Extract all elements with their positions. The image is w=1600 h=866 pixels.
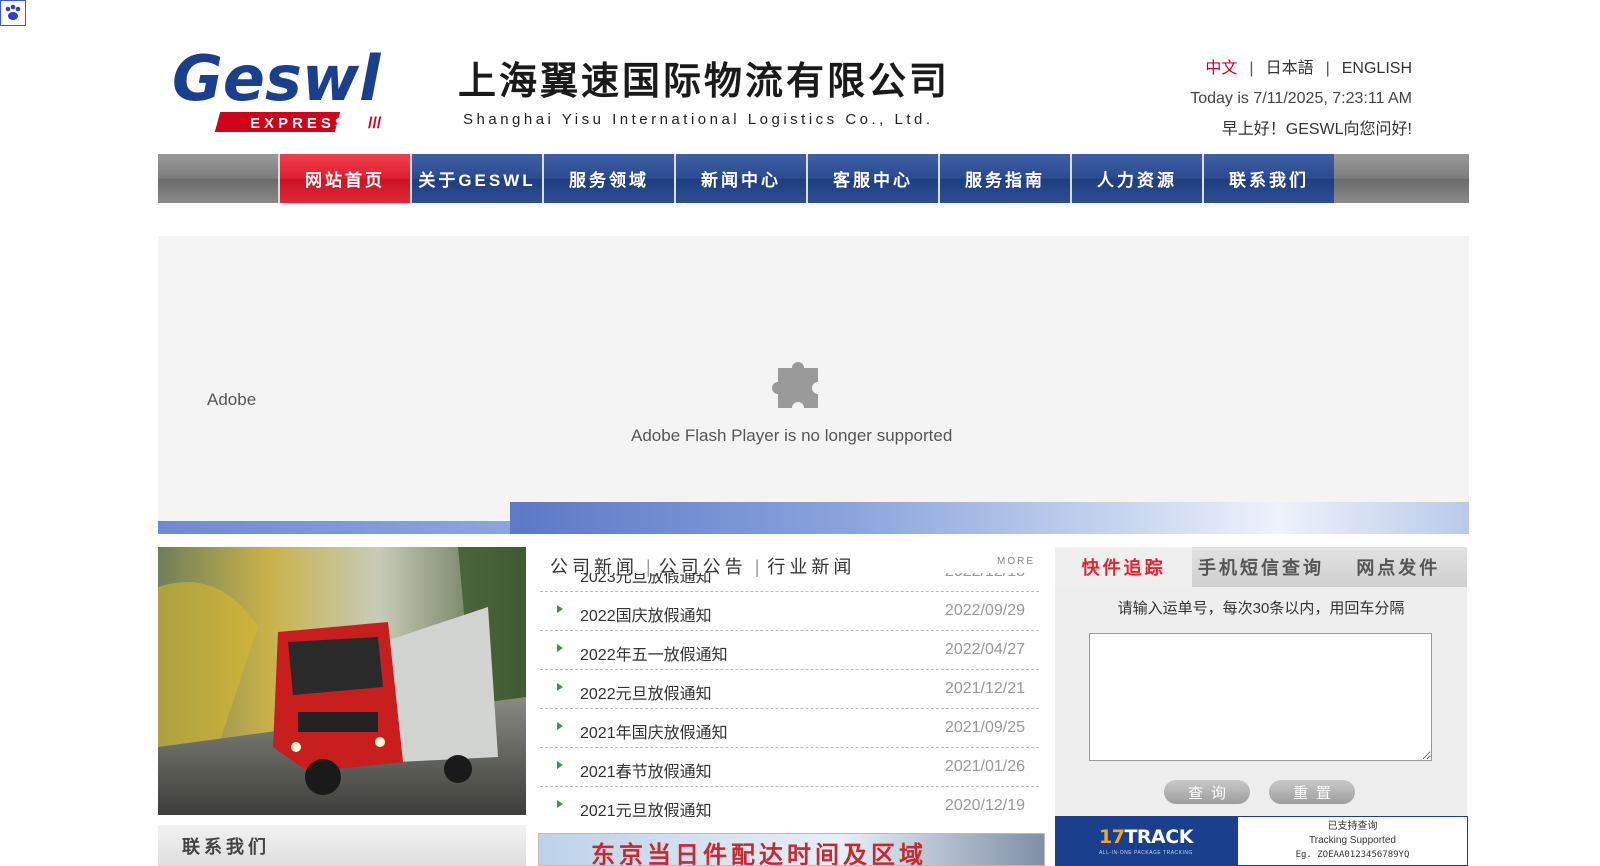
news-more-link[interactable]: MORE <box>997 556 1035 567</box>
nav-right-cap <box>1349 154 1469 203</box>
news-title[interactable]: 2022国庆放假通知 <box>580 602 712 626</box>
news-date: 2021/01/26 <box>944 758 1025 775</box>
query-button[interactable]: 查询 <box>1164 780 1250 804</box>
news-title[interactable]: 2022元旦放假通知 <box>580 680 712 704</box>
truck-photo <box>158 547 526 815</box>
news-list: 2023元旦放假通知 2022/12/13 2022国庆放假通知 2022/09/2… <box>538 573 1045 817</box>
lang-chinese-link[interactable]: 中文 <box>1205 60 1237 77</box>
arrow-bullet-icon <box>557 800 563 808</box>
banner-title: 东京当日件配达时间及区域 <box>591 842 927 866</box>
greeting-text: 早上好！GESWL向您问好! <box>1221 121 1412 138</box>
17track-banner[interactable]: 17TRACK ALL-IN-ONE PACKAGE TRACKING 已支持查… <box>1055 816 1468 866</box>
17track-logo: 17TRACK ALL-IN-ONE PACKAGE TRACKING <box>1055 816 1237 866</box>
news-date: 2022/09/29 <box>944 602 1025 619</box>
news-row[interactable]: 2022元旦放假通知 2021/12/21 <box>540 670 1039 709</box>
tab-outlet-shipping[interactable]: 网点发件 <box>1329 547 1467 587</box>
company-name-cn: 上海翼速国际物流有限公司 <box>458 59 951 103</box>
plugin-puzzle-icon <box>770 350 832 412</box>
flash-unsupported-message: Adobe Flash Player is no longer supporte… <box>631 426 953 445</box>
news-title[interactable]: 2021春节放假通知 <box>580 758 712 782</box>
svg-text:///: /// <box>368 115 382 132</box>
news-row[interactable]: 2021春节放假通知 2021/01/26 <box>540 748 1039 787</box>
tracking-tabs: 快件追踪 手机短信查询 网点发件 <box>1055 547 1467 587</box>
17track-info: 已支持查询 Tracking Supported Eg. ZOEAA012345… <box>1237 816 1468 866</box>
17track-logo-num: 17 <box>1099 826 1125 848</box>
lang-english-link[interactable]: ENGLISH <box>1342 60 1412 77</box>
17track-logo-word: TRACK <box>1124 826 1193 848</box>
paw-icon <box>0 0 26 26</box>
news-date: 2021/09/25 <box>944 719 1025 736</box>
news-title[interactable]: 2021年国庆放假通知 <box>580 719 728 743</box>
tab-sms-query[interactable]: 手机短信查询 <box>1192 547 1330 587</box>
arrow-bullet-icon <box>557 761 563 769</box>
news-title[interactable]: 2022年五一放假通知 <box>580 641 728 665</box>
arrow-bullet-icon <box>557 605 563 613</box>
17track-supported-cn: 已支持查询 <box>1327 821 1378 832</box>
news-title[interactable]: 2021元旦放假通知 <box>580 797 712 817</box>
sky-strip-left <box>158 521 510 534</box>
news-title[interactable]: 2023元旦放假通知 <box>580 573 712 587</box>
flash-adobe-label: Adobe <box>207 390 257 409</box>
news-row[interactable]: 2023元旦放假通知 2022/12/13 <box>540 573 1039 592</box>
17track-supported-en: Tracking Supported <box>1309 835 1396 846</box>
logo-subtext: EXPRESS <box>250 115 349 132</box>
sky-strip <box>510 502 1469 534</box>
news-row[interactable]: 2022年五一放假通知 2022/04/27 <box>540 631 1039 670</box>
company-name-en: Shanghai Yisu International Logistics Co… <box>463 111 934 128</box>
17track-logo-sub: ALL-IN-ONE PACKAGE TRACKING <box>1099 850 1193 856</box>
nav-item-about[interactable]: 关于GESWL <box>410 154 542 203</box>
news-date: 2020/12/19 <box>944 797 1025 814</box>
logo-wordmark: Geswl <box>172 42 381 115</box>
tracking-number-input[interactable] <box>1089 633 1432 761</box>
news-row[interactable]: 2021元旦放假通知 2020/12/19 <box>540 787 1039 817</box>
arrow-bullet-icon <box>557 683 563 691</box>
nav-item-news[interactable]: 新闻中心 <box>674 154 806 203</box>
news-date: 2022/04/27 <box>944 641 1025 658</box>
nav-item-guide[interactable]: 服务指南 <box>938 154 1070 203</box>
language-switcher: 中文 | 日本語 | ENGLISH <box>1205 60 1412 77</box>
nav-item-home[interactable]: 网站首页 <box>278 154 410 203</box>
news-row[interactable]: 2021年国庆放假通知 2021/09/25 <box>540 709 1039 748</box>
geswl-logo[interactable]: Geswl EXPRESS /// <box>170 38 420 134</box>
today-datetime: Today is 7/11/2025, 7:23:11 AM <box>1190 90 1412 107</box>
arrow-bullet-icon <box>557 722 563 730</box>
news-panel: 公司新闻|公司公告|行业新闻 MORE 2023元旦放假通知2022/12/13… <box>538 547 1045 837</box>
news-row[interactable]: 2022国庆放假通知 2022/09/29 <box>540 592 1039 631</box>
news-date: 2022/12/13 <box>945 573 1025 581</box>
nav-item-contact[interactable]: 联系我们 <box>1202 154 1334 203</box>
arrow-bullet-icon <box>557 573 563 574</box>
tab-parcel-tracking[interactable]: 快件追踪 <box>1055 547 1193 587</box>
main-nav: 网站首页 关于GESWL 服务领域 新闻中心 客服中心 服务指南 人力资源 联系… <box>158 154 1469 203</box>
news-date: 2021/12/21 <box>944 680 1025 697</box>
lang-japanese-link[interactable]: 日本語 <box>1266 60 1314 77</box>
17track-example: Eg. ZOEAA0123456789YQ <box>1295 850 1410 860</box>
arrow-bullet-icon <box>557 644 563 652</box>
nav-item-services[interactable]: 服务领域 <box>542 154 674 203</box>
tracking-hint: 请输入运单号，每次30条以内，用回车分隔 <box>1117 600 1405 617</box>
nav-left-cap <box>158 154 278 203</box>
tokyo-delivery-banner[interactable]: 东京当日件配达时间及区域 <box>538 833 1045 866</box>
contact-us-bar[interactable]: 联系我们 <box>158 825 526 866</box>
nav-item-customer-service[interactable]: 客服中心 <box>806 154 938 203</box>
tracking-panel: 快件追踪 手机短信查询 网点发件 请输入运单号，每次30条以内，用回车分隔 查询… <box>1055 547 1467 816</box>
reset-button[interactable]: 重置 <box>1269 780 1355 804</box>
nav-item-hr[interactable]: 人力资源 <box>1070 154 1202 203</box>
